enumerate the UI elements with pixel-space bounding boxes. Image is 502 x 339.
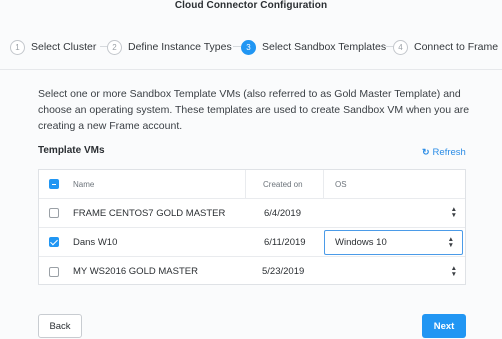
- row-checkbox[interactable]: [49, 208, 59, 218]
- step-label: Select Cluster: [31, 41, 97, 53]
- intro-text: Select one or more Sandbox Template VMs …: [38, 88, 470, 132]
- refresh-icon: ↻: [422, 147, 430, 157]
- next-button[interactable]: Next: [422, 314, 466, 338]
- column-divider: [245, 170, 246, 199]
- step-number: 4: [393, 39, 408, 55]
- row-checkbox[interactable]: [49, 237, 59, 247]
- sort-caret-icon: ▲ ▼: [447, 235, 454, 249]
- column-header-created-on[interactable]: Created on: [263, 170, 303, 198]
- os-select[interactable]: Windows 10 ▲ ▼: [324, 230, 463, 255]
- section-title: Template VMs: [38, 145, 105, 156]
- step-number: 3: [241, 39, 256, 55]
- row-checkbox[interactable]: [49, 266, 59, 277]
- os-select[interactable]: ▲ ▼: [324, 257, 465, 286]
- step-select-sandbox-templates[interactable]: 3 Select Sandbox Templates: [241, 38, 386, 56]
- select-all-checkbox[interactable]: [49, 179, 59, 189]
- os-select[interactable]: ▲ ▼: [324, 199, 465, 227]
- created-on-date: 5/23/2019: [262, 266, 305, 277]
- sort-caret-icon: ▲ ▼: [450, 206, 457, 219]
- template-vms-table: Name Created on OS FRAME CENTOS7 GOLD MA…: [38, 169, 466, 285]
- refresh-label: Refresh: [432, 147, 466, 158]
- template-name: MY WS2016 GOLD MASTER: [73, 266, 198, 277]
- step-label: Select Sandbox Templates: [262, 41, 387, 53]
- column-header-name[interactable]: Name: [73, 170, 94, 198]
- step-label: Define Instance Types: [128, 41, 232, 53]
- created-on-date: 6/4/2019: [264, 207, 301, 219]
- column-header-os[interactable]: OS: [335, 170, 347, 198]
- table-row[interactable]: FRAME CENTOS7 GOLD MASTER 6/4/2019 ▲ ▼: [39, 199, 465, 228]
- step-connect-to-frame[interactable]: 4 Connect to Frame: [393, 38, 498, 56]
- template-name: Dans W10: [73, 236, 118, 248]
- step-number: 2: [107, 39, 122, 55]
- window-title: Cloud Connector Configuration: [174, 0, 328, 11]
- back-button[interactable]: Back: [38, 314, 82, 338]
- column-divider: [323, 170, 324, 199]
- step-separator: [233, 46, 241, 47]
- title-bar: Cloud Connector Configuration: [0, 0, 502, 20]
- wizard-steps: 1 Select Cluster 2 Define Instance Types…: [0, 30, 502, 70]
- refresh-button[interactable]: ↻ Refresh: [422, 147, 466, 158]
- step-define-instance-types[interactable]: 2 Define Instance Types: [107, 38, 232, 56]
- template-name: FRAME CENTOS7 GOLD MASTER: [73, 207, 226, 219]
- step-select-cluster[interactable]: 1 Select Cluster: [10, 38, 96, 56]
- step-number: 1: [10, 39, 25, 55]
- created-on-date: 6/11/2019: [264, 236, 306, 248]
- table-row[interactable]: Dans W10 6/11/2019 Windows 10 ▲ ▼: [39, 228, 465, 257]
- table-header-row: Name Created on OS: [39, 170, 465, 199]
- sort-caret-icon: ▲ ▼: [450, 264, 457, 278]
- table-row[interactable]: MY WS2016 GOLD MASTER 5/23/2019 ▲ ▼: [39, 257, 465, 286]
- step-label: Connect to Frame: [414, 41, 499, 53]
- os-select-value: Windows 10: [335, 237, 387, 248]
